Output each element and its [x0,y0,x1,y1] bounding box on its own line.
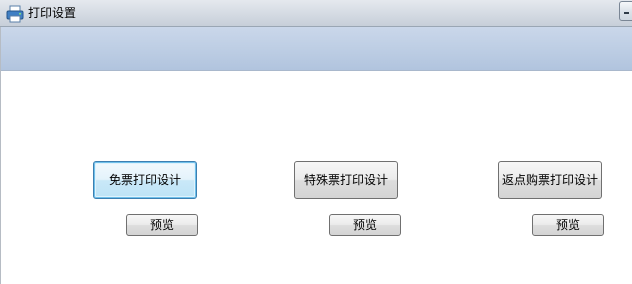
minimize-icon [624,12,629,14]
free-ticket-print-design-button[interactable]: 免票打印设计 [93,161,197,199]
window-title: 打印设置 [28,6,77,20]
title-bar[interactable]: 打印设置 [0,0,632,27]
print-settings-window: 打印设置 免票打印设计 特殊票打印设计 返点购票打印设计 预览 预览 预览 [0,0,632,284]
printer-app-icon [6,5,24,23]
header-banner [1,27,632,71]
preview-button-label: 预览 [149,218,174,232]
rebate-ticket-print-design-button[interactable]: 返点购票打印设计 [498,161,602,199]
free-ticket-preview-button[interactable]: 预览 [126,214,198,236]
special-ticket-print-design-button[interactable]: 特殊票打印设计 [294,161,398,199]
rebate-ticket-preview-button[interactable]: 预览 [532,214,604,236]
preview-button-label: 预览 [352,218,377,232]
preview-button-label: 预览 [555,218,580,232]
special-ticket-preview-button[interactable]: 预览 [329,214,401,236]
content-area: 免票打印设计 特殊票打印设计 返点购票打印设计 预览 预览 预览 [0,27,632,284]
minimize-button[interactable] [619,1,632,21]
